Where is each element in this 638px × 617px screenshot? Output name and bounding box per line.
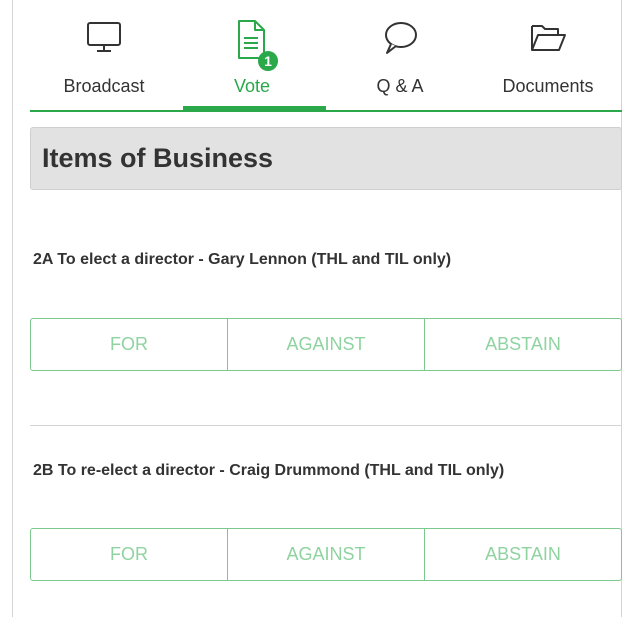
tab-bar: Broadcast 1 Vote Q & A Documents	[30, 0, 622, 112]
active-tab-indicator	[183, 106, 326, 112]
speech-bubble-icon	[381, 18, 419, 63]
tab-qa-label: Q & A	[376, 76, 424, 96]
section-title: Items of Business	[30, 127, 622, 190]
folder-icon	[528, 18, 568, 61]
vote-for-button-2b[interactable]: FOR	[31, 529, 227, 580]
item-title-2b: 2B To re-elect a director - Craig Drummo…	[33, 462, 505, 479]
tab-broadcast[interactable]: Broadcast	[30, 0, 178, 110]
tab-documents[interactable]: Documents	[474, 0, 622, 110]
tab-vote[interactable]: 1 Vote	[178, 0, 326, 112]
tab-broadcast-label: Broadcast	[63, 76, 145, 96]
tab-vote-label: Vote	[233, 76, 271, 96]
document-icon: 1	[233, 18, 278, 71]
item-divider	[30, 425, 622, 426]
vote-against-button-2b[interactable]: AGAINST	[227, 529, 424, 580]
monitor-icon	[85, 18, 123, 61]
vote-options-2b: FOR AGAINST ABSTAIN	[30, 528, 622, 581]
vote-options-2a: FOR AGAINST ABSTAIN	[30, 318, 622, 371]
tab-documents-label: Documents	[502, 76, 594, 96]
vote-against-button-2a[interactable]: AGAINST	[227, 319, 424, 370]
vote-count-badge: 1	[258, 51, 278, 71]
vote-abstain-button-2b[interactable]: ABSTAIN	[424, 529, 621, 580]
vote-abstain-button-2a[interactable]: ABSTAIN	[424, 319, 621, 370]
item-title-2a: 2A To elect a director - Gary Lennon (TH…	[33, 251, 452, 268]
vote-for-button-2a[interactable]: FOR	[31, 319, 227, 370]
tab-qa[interactable]: Q & A	[326, 0, 474, 110]
